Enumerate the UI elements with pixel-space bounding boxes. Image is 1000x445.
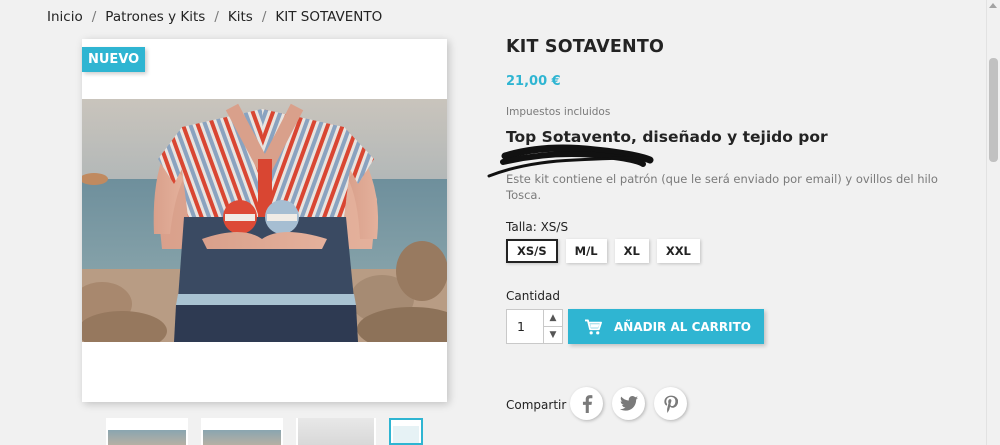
quantity-stepper[interactable]: 1 ▲ ▼: [506, 309, 563, 344]
page-scrollbar[interactable]: [986, 0, 1000, 445]
quantity-label: Cantidad: [506, 289, 560, 303]
size-option-xs-s[interactable]: XS/S: [506, 239, 558, 263]
scroll-up-icon[interactable]: [989, 3, 997, 8]
product-title: KIT SOTAVENTO: [506, 37, 665, 57]
pinterest-icon[interactable]: [654, 387, 687, 420]
thumbnail-2[interactable]: [201, 418, 283, 445]
twitter-icon[interactable]: [612, 387, 645, 420]
quantity-increase-icon[interactable]: ▲: [543, 310, 562, 327]
breadcrumb-separator: /: [91, 9, 97, 25]
social-share: [570, 387, 687, 420]
share-label: Compartir: [506, 398, 567, 412]
product-description: Este kit contiene el patrón (que le será…: [506, 172, 938, 202]
thumbnail-strip: [106, 418, 423, 445]
size-option-xxl[interactable]: XXL: [656, 239, 700, 263]
size-option-m-l[interactable]: M/L: [565, 239, 607, 263]
product-cover[interactable]: [82, 39, 447, 402]
new-badge: NUEVO: [82, 47, 146, 72]
size-option-xl[interactable]: XL: [614, 239, 649, 263]
add-to-cart-label: AÑADIR AL CARRITO: [614, 319, 751, 334]
facebook-icon[interactable]: [570, 387, 603, 420]
product-price: 21,00 €: [506, 74, 561, 89]
tax-note: Impuestos incluidos: [506, 106, 611, 118]
cart-icon: [584, 319, 602, 335]
product-photo-image: [82, 99, 447, 342]
thumbnail-3[interactable]: [296, 418, 376, 445]
breadcrumb-current: KIT SOTAVENTO: [275, 9, 383, 25]
size-selector: XS/S M/L XL XXL: [506, 239, 700, 263]
breadcrumb: Inicio / Patrones y Kits / Kits / KIT SO…: [47, 9, 382, 25]
breadcrumb-separator: /: [261, 9, 267, 25]
breadcrumb-kits[interactable]: Kits: [228, 9, 253, 25]
breadcrumb-separator: /: [214, 9, 219, 25]
scrollbar-thumb[interactable]: [989, 58, 998, 162]
thumbnail-4[interactable]: [389, 418, 423, 445]
breadcrumb-patrones[interactable]: Patrones y Kits: [105, 9, 205, 25]
product-photo[interactable]: [82, 99, 447, 342]
size-label: Talla: XS/S: [506, 220, 569, 234]
breadcrumb-home[interactable]: Inicio: [47, 9, 83, 25]
thumbnail-1[interactable]: [106, 418, 188, 445]
add-to-cart-button[interactable]: AÑADIR AL CARRITO: [568, 309, 764, 344]
quantity-input[interactable]: 1: [517, 319, 525, 334]
quantity-decrease-icon[interactable]: ▼: [543, 326, 562, 343]
